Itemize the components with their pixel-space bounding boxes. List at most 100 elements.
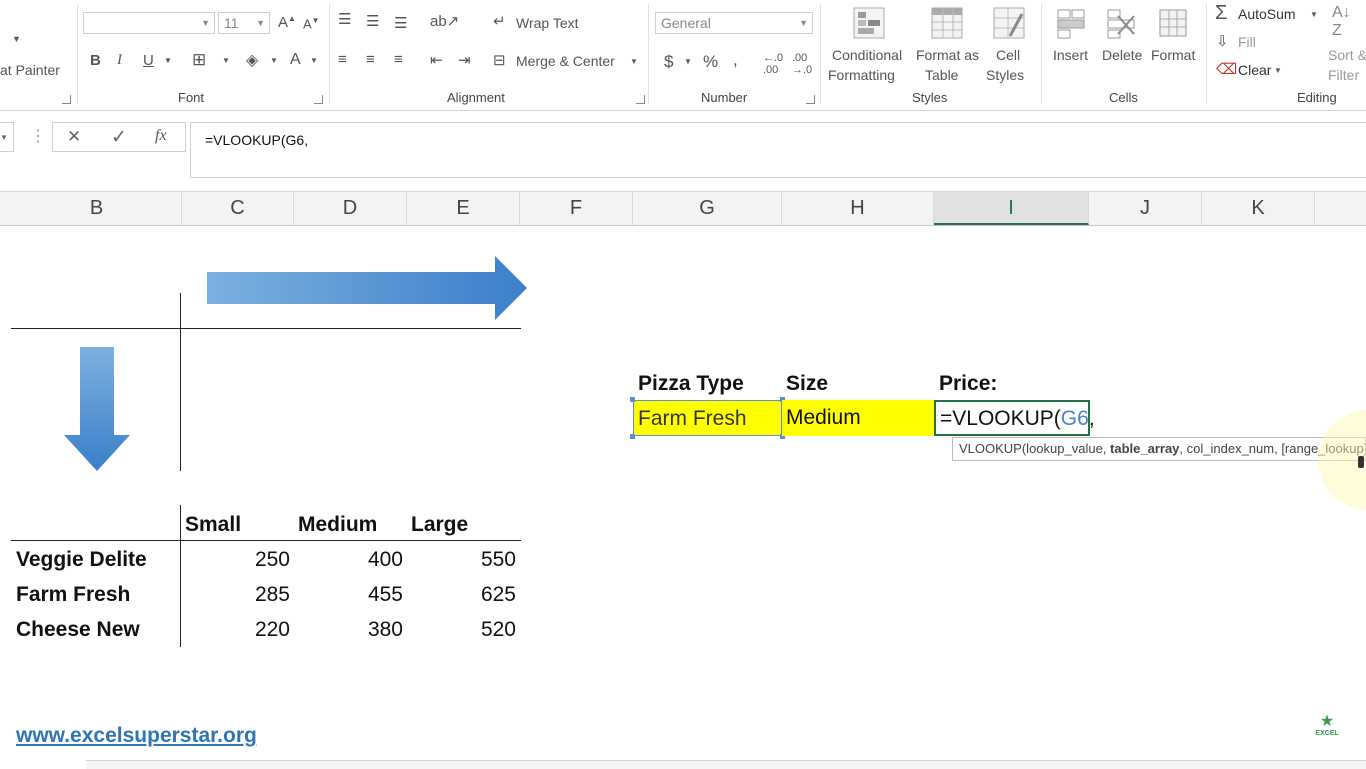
align-right-icon[interactable]: ≡ (394, 51, 403, 68)
insert-cells-icon[interactable] (1054, 6, 1088, 40)
decrease-decimal-icon[interactable]: .00 →.0 (792, 52, 812, 76)
row-label[interactable]: Cheese New (16, 618, 140, 642)
clipboard-launcher-icon[interactable] (62, 95, 71, 104)
table-cell[interactable]: 455 (303, 583, 403, 607)
insert-button[interactable]: Insert (1053, 47, 1088, 63)
column-header-h[interactable]: H (782, 192, 934, 225)
comma-button[interactable]: , (733, 50, 738, 70)
merge-dropdown-icon[interactable]: ▼ (630, 57, 638, 66)
conditional-formatting-icon[interactable] (852, 6, 886, 40)
font-launcher-icon[interactable] (314, 95, 323, 104)
table-cell[interactable]: 380 (303, 618, 403, 642)
pizza-type-label[interactable]: Pizza Type (638, 372, 744, 396)
clipboard-dropdown-caret[interactable]: ▼ (12, 34, 21, 44)
align-bottom-icon[interactable]: ☰ (394, 14, 407, 32)
column-header-c[interactable]: C (182, 192, 294, 225)
current-argument[interactable]: table_array (1110, 441, 1179, 456)
header-small[interactable]: Small (185, 513, 241, 537)
table-cell[interactable]: 220 (190, 618, 290, 642)
clear-dropdown-icon[interactable]: ▼ (1274, 66, 1282, 75)
cell-styles-icon[interactable] (992, 6, 1026, 40)
align-center-icon[interactable]: ≡ (366, 51, 375, 68)
merge-center-icon[interactable]: ⊟ (493, 51, 506, 69)
fill-color-dropdown-icon[interactable]: ▼ (270, 56, 278, 65)
italic-button[interactable]: I (117, 52, 122, 69)
enter-icon[interactable]: ✓ (111, 126, 127, 149)
size-cell[interactable]: Medium (782, 400, 934, 436)
currency-dropdown-icon[interactable]: ▼ (684, 57, 692, 66)
column-header-i[interactable]: I (934, 192, 1089, 225)
price-cell-editing[interactable]: =VLOOKUP(G6, (934, 400, 1095, 436)
table-cell[interactable]: 520 (416, 618, 516, 642)
conditional-formatting-label-1[interactable]: Conditional (832, 47, 902, 63)
align-middle-icon[interactable]: ☰ (366, 12, 379, 30)
row-label[interactable]: Farm Fresh (16, 583, 130, 607)
clear-button[interactable]: Clear (1238, 62, 1271, 78)
column-header-f[interactable]: F (520, 192, 633, 225)
fill-button[interactable]: Fill (1238, 34, 1256, 50)
font-color-dropdown-icon[interactable]: ▼ (310, 56, 318, 65)
table-cell[interactable]: 625 (416, 583, 516, 607)
underline-dropdown-icon[interactable]: ▼ (164, 56, 172, 65)
align-top-icon[interactable]: ☰ (338, 10, 351, 28)
column-header-d[interactable]: D (294, 192, 407, 225)
cell-styles-label-2[interactable]: Styles (986, 67, 1024, 83)
price-label[interactable]: Price: (939, 372, 997, 396)
align-left-icon[interactable]: ≡ (338, 51, 347, 68)
table-cell[interactable]: 550 (416, 548, 516, 572)
cancel-icon[interactable]: ✕ (67, 127, 81, 147)
format-cells-icon[interactable] (1156, 6, 1190, 40)
orientation-icon[interactable]: ab↗ (430, 12, 459, 30)
format-as-table-label-1[interactable]: Format as (916, 47, 979, 63)
column-header-k[interactable]: K (1202, 192, 1315, 225)
fill-icon[interactable]: ⇩ (1216, 32, 1229, 50)
conditional-formatting-label-2[interactable]: Formatting (828, 67, 895, 83)
name-box-dropdown[interactable]: ▼ (0, 122, 14, 152)
font-size-dropdown[interactable]: 11 ▼ (218, 12, 270, 34)
pizza-type-cell[interactable]: Farm Fresh (630, 397, 785, 439)
table-cell[interactable]: 250 (190, 548, 290, 572)
font-name-dropdown[interactable]: ▼ (83, 12, 215, 34)
font-color-button[interactable]: A (290, 51, 301, 69)
column-header-e[interactable]: E (407, 192, 520, 225)
fill-color-icon[interactable]: ◈ (246, 50, 258, 70)
currency-button[interactable]: $ (664, 52, 673, 72)
delete-button[interactable]: Delete (1102, 47, 1142, 63)
autosum-dropdown-icon[interactable]: ▼ (1310, 10, 1318, 19)
number-launcher-icon[interactable] (806, 95, 815, 104)
borders-dropdown-icon[interactable]: ▼ (222, 56, 230, 65)
eraser-icon[interactable]: ⌫ (1216, 60, 1237, 78)
delete-cells-icon[interactable] (1104, 6, 1138, 40)
header-large[interactable]: Large (411, 513, 468, 537)
website-link[interactable]: www.excelsuperstar.org (16, 724, 257, 748)
grow-font-icon[interactable]: A▲ (278, 14, 296, 31)
size-label[interactable]: Size (786, 372, 828, 396)
header-medium[interactable]: Medium (298, 513, 377, 537)
wrap-text-button[interactable]: Wrap Text (516, 15, 579, 31)
increase-decimal-icon[interactable]: ←.0.00 (763, 52, 783, 76)
column-header-j[interactable]: J (1089, 192, 1202, 225)
increase-indent-icon[interactable]: ⇥ (458, 51, 471, 69)
merge-center-button[interactable]: Merge & Center (516, 53, 615, 69)
insert-function-icon[interactable]: fx (155, 127, 167, 145)
format-as-table-icon[interactable] (930, 6, 964, 40)
column-header-g[interactable]: G (633, 192, 782, 225)
sort-filter-label-2[interactable]: Filter (1328, 67, 1359, 83)
wrap-text-icon[interactable]: ↵ (493, 12, 506, 30)
table-cell[interactable]: 285 (190, 583, 290, 607)
decrease-indent-icon[interactable]: ⇤ (430, 51, 443, 69)
column-header-b[interactable]: B (12, 192, 182, 225)
sort-filter-icon[interactable]: A↓ Z (1332, 4, 1351, 40)
row-label[interactable]: Veggie Delite (16, 548, 147, 572)
borders-icon[interactable]: ⊞ (192, 50, 206, 70)
autosum-icon[interactable]: Σ (1215, 2, 1227, 25)
shrink-font-icon[interactable]: A▼ (303, 16, 320, 31)
underline-button[interactable]: U (143, 52, 154, 69)
autosum-button[interactable]: AutoSum (1238, 6, 1296, 22)
sort-filter-label-1[interactable]: Sort & (1328, 47, 1366, 63)
percent-button[interactable]: % (703, 52, 718, 72)
number-format-dropdown[interactable]: General ▼ (655, 12, 813, 34)
format-button[interactable]: Format (1151, 47, 1195, 63)
format-painter-button[interactable]: at Painter (0, 62, 60, 78)
table-cell[interactable]: 400 (303, 548, 403, 572)
